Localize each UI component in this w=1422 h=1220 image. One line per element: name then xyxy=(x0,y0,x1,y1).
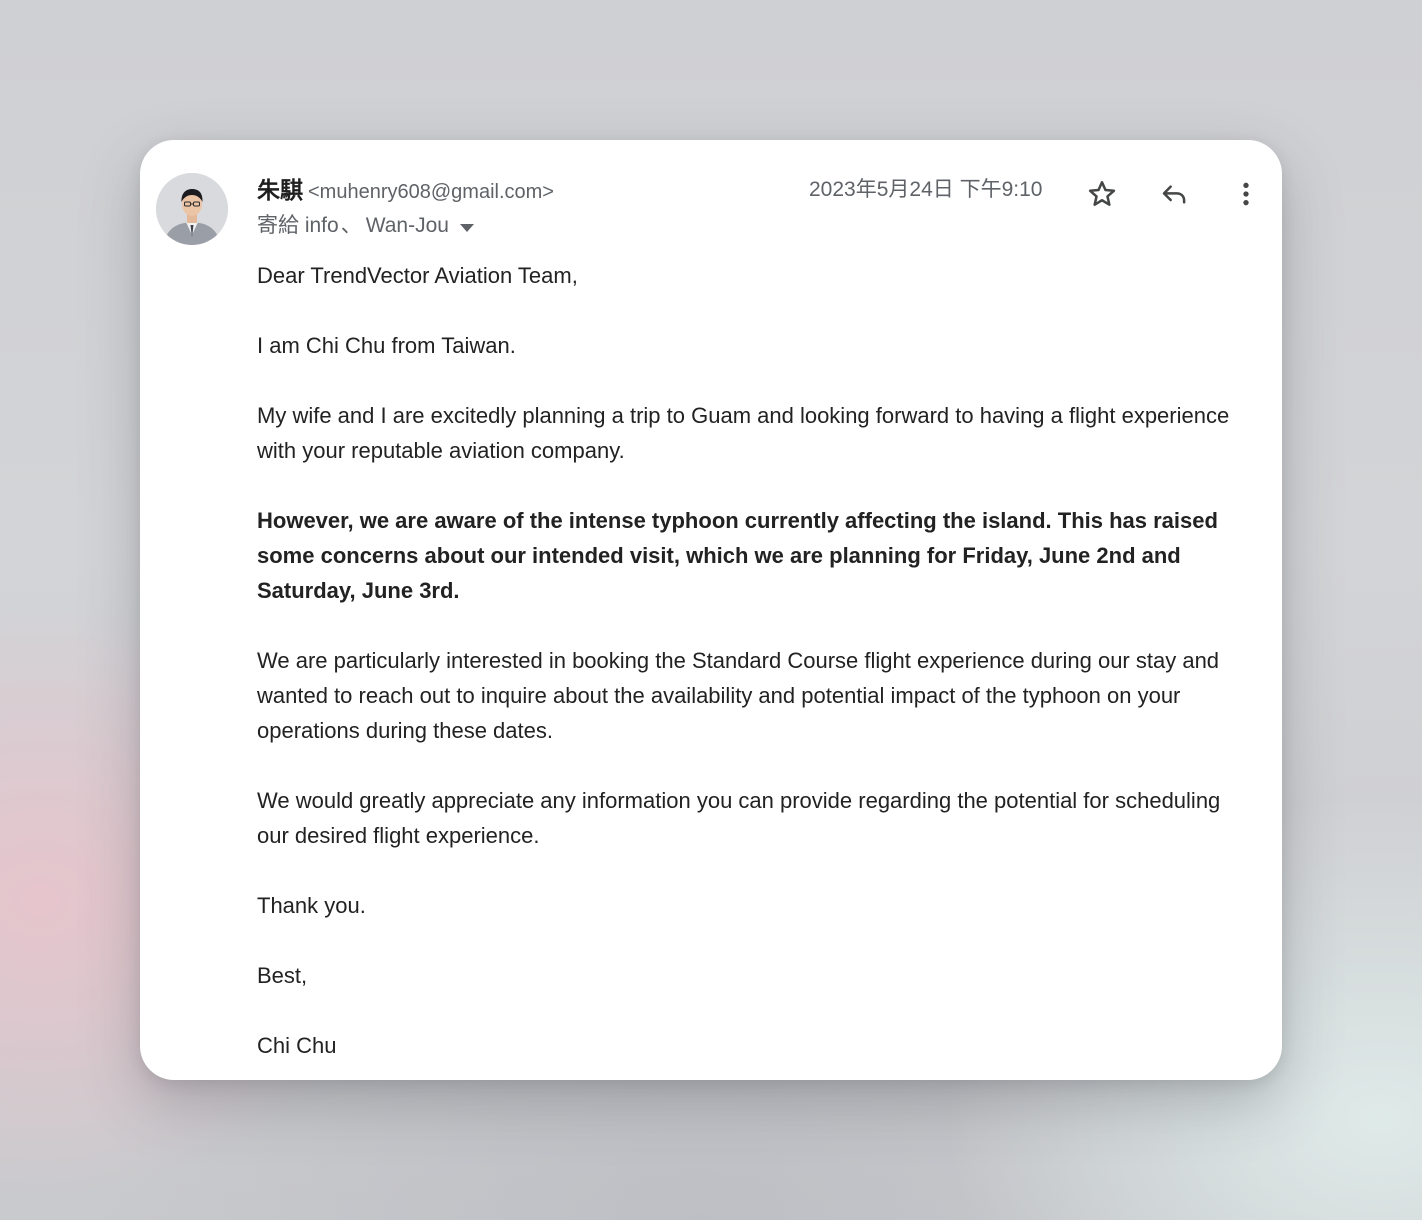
sender-email[interactable]: <muhenry608@gmail.com> xyxy=(308,181,554,203)
email-header: 朱騏 <muhenry608@gmail.com> 寄給 info、 Wan-Jou… xyxy=(257,174,1282,254)
thanks-line: Thank you. xyxy=(257,893,366,918)
recipient-second: Wan-Jou xyxy=(365,214,449,237)
show-details-dropdown-icon[interactable] xyxy=(459,223,474,232)
recipient-prefix: 寄給 info xyxy=(257,214,339,237)
trip-paragraph: My wife and I are excitedly planning a t… xyxy=(257,403,1230,463)
star-button[interactable] xyxy=(1082,174,1122,214)
request-paragraph: We would greatly appreciate any informat… xyxy=(257,788,1221,848)
closing-line: Best, xyxy=(257,963,308,988)
email-card: 朱騏 <muhenry608@gmail.com> 寄給 info、 Wan-Jou… xyxy=(140,140,1282,1080)
booking-paragraph: We are particularly interested in bookin… xyxy=(257,648,1220,743)
avatar-photo xyxy=(156,173,228,245)
reply-icon xyxy=(1162,185,1186,204)
typhoon-concern-paragraph: However, we are aware of the intense typ… xyxy=(257,508,1218,603)
signature: Chi Chu xyxy=(257,1033,337,1058)
reply-button[interactable] xyxy=(1154,174,1194,214)
intro-paragraph: I am Chi Chu from Taiwan. xyxy=(257,333,516,358)
greeting: Dear TrendVector Aviation Team, xyxy=(257,263,578,288)
star-outline-icon xyxy=(1088,181,1116,206)
sender-line: 朱騏 <muhenry608@gmail.com> xyxy=(257,174,554,210)
email-body: Dear TrendVector Aviation Team, I am Chi… xyxy=(257,258,1257,1080)
email-date: 2023年5月24日 下午9:10 xyxy=(809,178,1043,201)
more-vertical-icon xyxy=(1243,182,1249,206)
sender-name[interactable]: 朱騏 xyxy=(257,177,303,203)
recipient-line: 寄給 info、 Wan-Jou xyxy=(257,210,474,242)
avatar[interactable] xyxy=(156,173,228,245)
recipient-separator: 、 xyxy=(340,214,362,237)
more-options-button[interactable] xyxy=(1226,174,1266,214)
